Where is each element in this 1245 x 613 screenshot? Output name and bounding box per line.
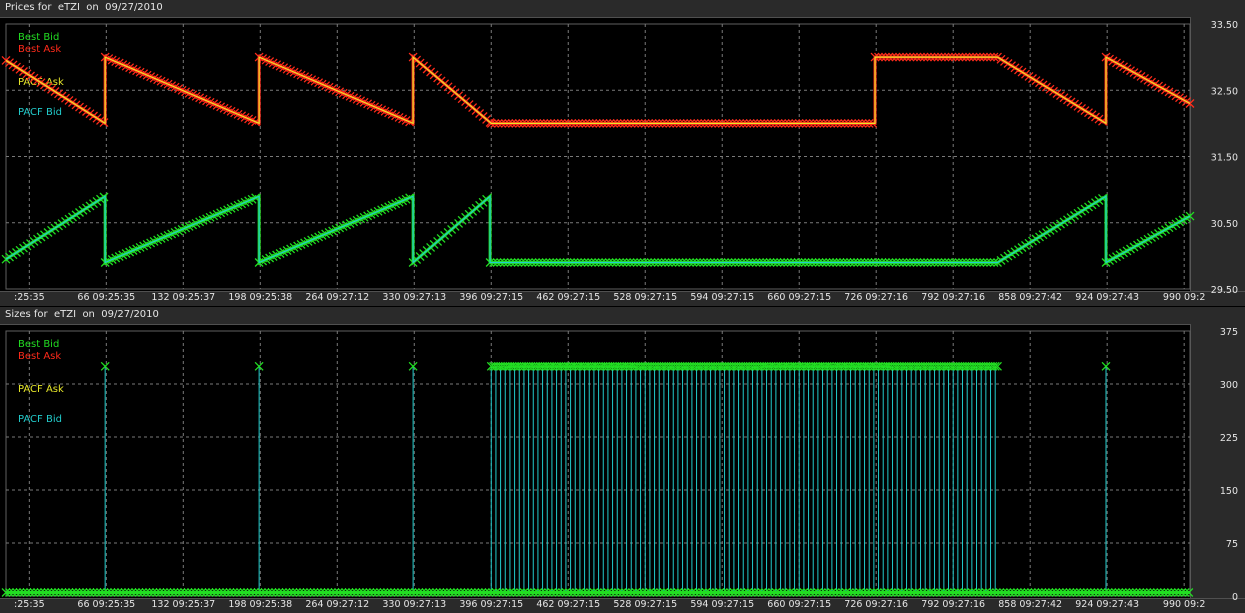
- legend-entry: PACF Bid: [18, 414, 62, 425]
- y-tick-label: 225: [1220, 433, 1238, 444]
- x-tick-label: 462 09:27:15: [536, 599, 600, 610]
- x-tick-label: 726 09:27:16: [844, 599, 908, 610]
- x-tick-label: 264 09:27:12: [305, 292, 369, 303]
- x-tick-label: 528 09:27:15: [613, 599, 677, 610]
- x-tick-label: 396 09:27:15: [459, 599, 523, 610]
- y-tick-label: 75: [1226, 539, 1238, 550]
- x-tick-label: 990 09:2: [1163, 599, 1206, 610]
- x-tick-label: 198 09:25:38: [228, 292, 292, 303]
- x-tick-label: :25:35: [14, 292, 45, 303]
- x-tick-label: 660 09:27:15: [767, 599, 831, 610]
- size-chart: :25:35 66 09:25:35 132 09:25:37 198 09:25:3…: [1, 327, 1238, 610]
- y-tick-label: 32.50: [1211, 86, 1238, 97]
- y-tick-label: 29.50: [1211, 285, 1238, 296]
- legend-entry: Best Bid: [18, 32, 59, 43]
- y-tick-label: 33.50: [1211, 20, 1238, 31]
- y-tick-label: 31.50: [1211, 153, 1238, 164]
- x-tick-label: 858 09:27:42: [998, 599, 1062, 610]
- y-tick-label: 0: [1232, 592, 1238, 603]
- y-tick-label: 150: [1220, 486, 1238, 497]
- x-tick-label: 396 09:27:15: [459, 292, 523, 303]
- x-tick-label: :25:35: [14, 599, 45, 610]
- size-baseline-markers: [1, 588, 1194, 597]
- x-tick-label: 660 09:27:15: [767, 292, 831, 303]
- legend-entry: PACF Bid: [18, 107, 62, 118]
- x-tick-label: 924 09:27:43: [1075, 292, 1139, 303]
- size-panel: Sizes for eTZI on 09/27/2010 :25:35 66 09…: [0, 307, 1245, 613]
- legend-entry: Best Bid: [18, 339, 59, 350]
- x-tick-label: 924 09:27:43: [1075, 599, 1139, 610]
- price-panel: Prices for eTZI on 09/27/2010 :25:35 66 0…: [0, 0, 1245, 306]
- x-tick-label: 132 09:25:37: [151, 599, 215, 610]
- x-tick-label: 792 09:27:16: [921, 292, 985, 303]
- y-tick-label: 375: [1220, 327, 1238, 338]
- x-tick-label: 66 09:25:35: [77, 292, 135, 303]
- legend-entry: Best Ask: [18, 351, 61, 362]
- legend-entry: PACF Ask: [18, 384, 64, 395]
- x-tick-label: 330 09:27:13: [382, 599, 446, 610]
- x-tick-label: 594 09:27:15: [690, 292, 754, 303]
- x-tick-label: 462 09:27:15: [536, 292, 600, 303]
- x-tick-label: 264 09:27:12: [305, 599, 369, 610]
- x-tick-label: 198 09:25:38: [228, 599, 292, 610]
- x-tick-label: 66 09:25:35: [77, 599, 135, 610]
- y-tick-label: 300: [1220, 380, 1238, 391]
- x-tick-label: 858 09:27:42: [998, 292, 1062, 303]
- y-tick-label: 30.50: [1211, 219, 1238, 230]
- x-tick-label: 132 09:25:37: [151, 292, 215, 303]
- price-chart: :25:35 66 09:25:35 132 09:25:37 198 09:25:3…: [1, 20, 1238, 303]
- legend-entry: Best Ask: [18, 44, 61, 55]
- x-tick-label: 330 09:27:13: [382, 292, 446, 303]
- x-tick-label: 726 09:27:16: [844, 292, 908, 303]
- x-tick-label: 990 09:2: [1163, 292, 1206, 303]
- x-tick-label: 594 09:27:15: [690, 599, 754, 610]
- x-tick-label: 792 09:27:16: [921, 599, 985, 610]
- x-tick-label: 528 09:27:15: [613, 292, 677, 303]
